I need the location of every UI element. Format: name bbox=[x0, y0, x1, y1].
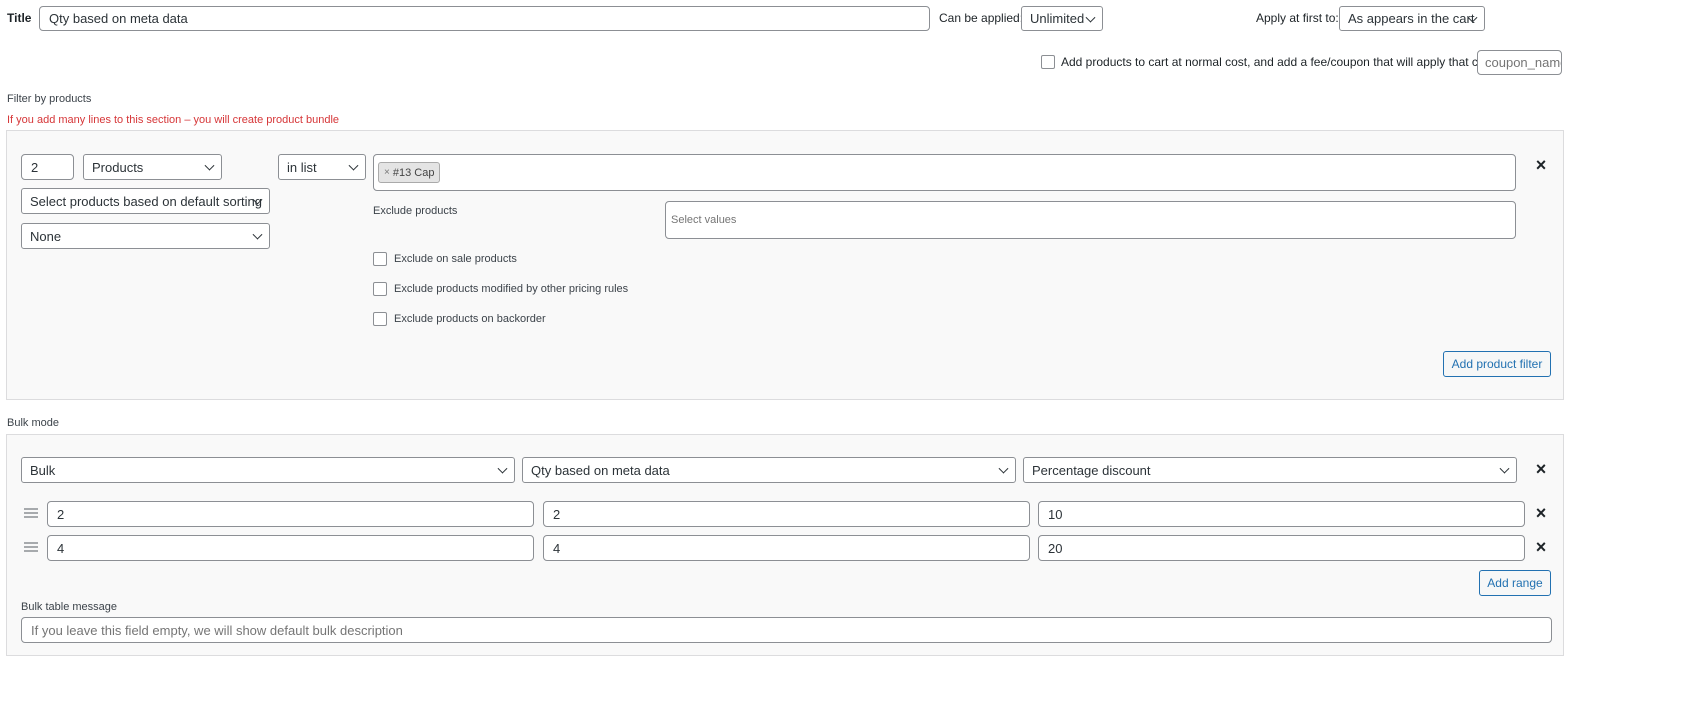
drag-handle-icon[interactable] bbox=[24, 542, 38, 552]
range-from-value: 2 bbox=[57, 506, 65, 522]
bulk-table-message-label: Bulk table message bbox=[21, 601, 117, 613]
remove-bulk-icon[interactable]: × bbox=[1534, 460, 1548, 478]
filter-qty-value: 2 bbox=[31, 159, 39, 175]
range-to-input[interactable]: 2 bbox=[543, 501, 1030, 527]
range-value-value: 20 bbox=[1048, 540, 1063, 556]
chevron-down-icon bbox=[204, 160, 215, 171]
add-range-button[interactable]: Add range bbox=[1479, 570, 1551, 596]
apply-first-select[interactable]: As appears in the cart bbox=[1339, 6, 1485, 31]
filter-section-label: Filter by products bbox=[7, 93, 92, 105]
filter-none-select[interactable]: None bbox=[21, 223, 270, 249]
range-value-value: 10 bbox=[1048, 506, 1063, 522]
title-label: Title bbox=[7, 11, 32, 25]
exclude-modified-label: Exclude products modified by other prici… bbox=[394, 283, 629, 295]
title-input-value: Qty based on meta data bbox=[49, 11, 188, 26]
range-from-input[interactable]: 2 bbox=[47, 501, 534, 527]
selected-product-tag[interactable]: × #13 Cap bbox=[378, 162, 441, 183]
filter-type-select[interactable]: Products bbox=[83, 154, 222, 180]
range-from-input[interactable]: 4 bbox=[47, 535, 534, 561]
filter-sorting-value: Select products based on default sorting bbox=[30, 193, 262, 209]
exclude-backorder-checkbox[interactable] bbox=[373, 312, 387, 326]
chevron-down-icon bbox=[1499, 463, 1510, 474]
bulk-discount-type-select[interactable]: Percentage discount bbox=[1023, 457, 1517, 483]
title-input[interactable]: Qty based on meta data bbox=[39, 6, 930, 31]
filter-method-select[interactable]: in list bbox=[278, 154, 366, 180]
remove-tag-icon[interactable]: × bbox=[384, 167, 390, 178]
can-be-applied-label: Can be applied: bbox=[939, 11, 1024, 25]
remove-filter-icon[interactable]: × bbox=[1534, 156, 1548, 174]
chevron-down-icon bbox=[497, 463, 508, 474]
apply-first-label: Apply at first to: bbox=[1256, 11, 1339, 25]
exclude-products-label: Exclude products bbox=[373, 205, 458, 217]
apply-first-value: As appears in the cart bbox=[1348, 11, 1475, 26]
drag-handle-icon[interactable] bbox=[24, 508, 38, 518]
coupon-name-input[interactable]: coupon_name bbox=[1477, 50, 1562, 75]
bulk-mode-select[interactable]: Bulk bbox=[21, 457, 515, 483]
chevron-down-icon bbox=[1085, 12, 1096, 23]
exclude-products-input[interactable]: Select values bbox=[665, 201, 1516, 239]
chevron-down-icon bbox=[998, 463, 1009, 474]
add-product-filter-button[interactable]: Add product filter bbox=[1443, 351, 1551, 377]
exclude-backorder-label: Exclude products on backorder bbox=[394, 313, 546, 325]
products-multiselect[interactable]: × #13 Cap bbox=[373, 154, 1516, 191]
range-to-value: 2 bbox=[553, 506, 561, 522]
can-be-applied-value: Unlimited bbox=[1030, 11, 1085, 26]
bulk-mode-value: Bulk bbox=[30, 462, 56, 478]
bulk-table-message-placeholder: If you leave this field empty, we will s… bbox=[31, 622, 403, 638]
bulk-box: Bulk Qty based on meta data Percentage d… bbox=[6, 434, 1564, 656]
filter-sorting-select[interactable]: Select products based on default sorting bbox=[21, 188, 270, 214]
exclude-products-placeholder: Select values bbox=[671, 214, 737, 226]
bulk-table-message-input[interactable]: If you leave this field empty, we will s… bbox=[21, 617, 1552, 643]
bulk-measure-value: Qty based on meta data bbox=[531, 462, 670, 478]
exclude-on-sale-label: Exclude on sale products bbox=[394, 253, 517, 265]
add-fee-label: Add products to cart at normal cost, and… bbox=[1061, 55, 1494, 69]
product-filter-box: 2 Products in list × #13 Cap × Select pr… bbox=[6, 130, 1564, 400]
range-to-input[interactable]: 4 bbox=[543, 535, 1030, 561]
range-from-value: 4 bbox=[57, 540, 65, 556]
filter-method-value: in list bbox=[287, 159, 317, 175]
exclude-on-sale-checkbox[interactable] bbox=[373, 252, 387, 266]
bulk-measure-select[interactable]: Qty based on meta data bbox=[522, 457, 1016, 483]
chevron-down-icon bbox=[348, 160, 359, 171]
filter-qty-input[interactable]: 2 bbox=[21, 154, 74, 180]
range-value-input[interactable]: 20 bbox=[1038, 535, 1525, 561]
chevron-down-icon bbox=[252, 229, 263, 240]
bulk-discount-type-value: Percentage discount bbox=[1032, 462, 1151, 478]
can-be-applied-select[interactable]: Unlimited bbox=[1021, 6, 1103, 31]
remove-range-icon[interactable]: × bbox=[1534, 504, 1548, 522]
coupon-name-placeholder: coupon_name bbox=[1485, 55, 1562, 70]
bundle-warning: If you add many lines to this section – … bbox=[7, 114, 340, 126]
remove-range-icon[interactable]: × bbox=[1534, 538, 1548, 556]
bulk-section-label: Bulk mode bbox=[7, 417, 59, 429]
filter-none-value: None bbox=[30, 228, 62, 244]
exclude-modified-checkbox[interactable] bbox=[373, 282, 387, 296]
add-fee-checkbox[interactable] bbox=[1041, 55, 1055, 69]
range-value-input[interactable]: 10 bbox=[1038, 501, 1525, 527]
range-to-value: 4 bbox=[553, 540, 561, 556]
selected-product-tag-label: #13 Cap bbox=[392, 166, 435, 179]
filter-type-value: Products bbox=[92, 159, 144, 175]
